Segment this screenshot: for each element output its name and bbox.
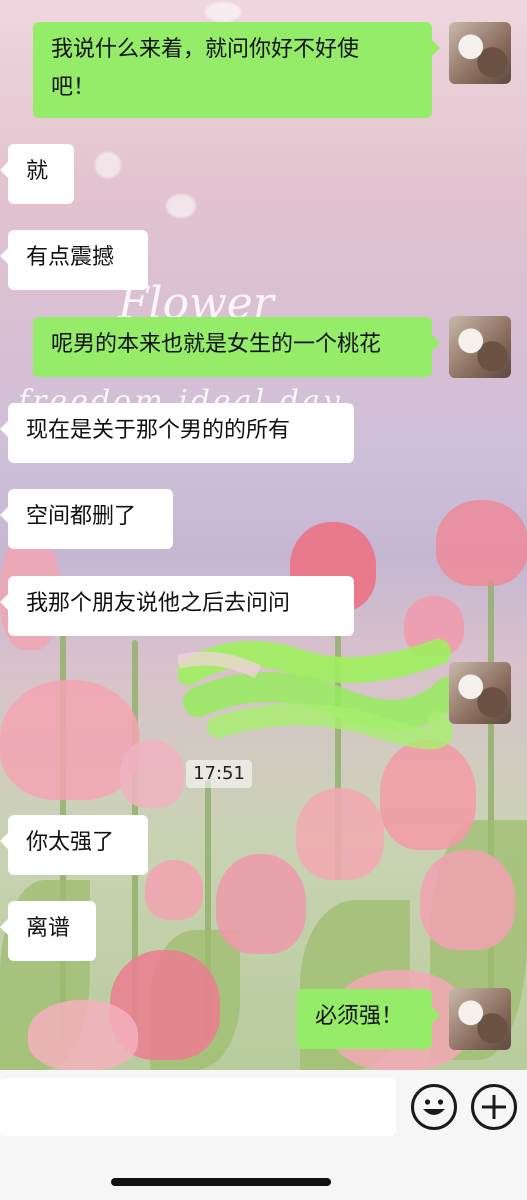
- message-text: 吧！: [51, 75, 96, 100]
- plus-icon[interactable]: [471, 1084, 517, 1130]
- my-avatar[interactable]: [449, 988, 511, 1050]
- received-message-bubble[interactable]: 离谱: [0, 901, 96, 961]
- my-avatar[interactable]: [449, 316, 511, 378]
- tulip-flower: [420, 850, 515, 950]
- message-timestamp: 17:51: [186, 760, 252, 788]
- light-glow: [166, 194, 196, 218]
- light-glow: [205, 2, 241, 22]
- tulip-flower: [145, 860, 203, 920]
- received-message-bubble[interactable]: 我那个朋友说他之后去问问: [0, 576, 354, 636]
- sent-message-bubble[interactable]: 必须强！: [297, 989, 440, 1049]
- sent-message-bubble[interactable]: 呢男的本来也就是女生的一个桃花: [33, 317, 440, 377]
- smiley-face-icon[interactable]: [411, 1084, 457, 1130]
- received-message-bubble[interactable]: 现在是关于那个男的的所有: [0, 403, 354, 463]
- tulip-flower: [380, 740, 476, 850]
- my-avatar[interactable]: [449, 662, 511, 724]
- received-message-bubble[interactable]: 就: [0, 144, 74, 204]
- my-avatar[interactable]: [449, 22, 511, 84]
- received-message-bubble[interactable]: 空间都删了: [0, 489, 173, 549]
- message-text: 我说什么来着，就问你好不好使: [51, 37, 360, 62]
- message-input[interactable]: [0, 1078, 396, 1136]
- tulip-flower: [436, 500, 527, 586]
- sent-message-bubble[interactable]: 我说什么来着，就问你好不好使 吧！: [33, 22, 440, 118]
- tulip-flower: [0, 680, 140, 800]
- tulip-flower: [296, 788, 384, 880]
- tulip-flower: [216, 854, 306, 954]
- tulip-flower: [120, 740, 184, 808]
- tulip-flower: [28, 1000, 138, 1070]
- received-message-bubble[interactable]: 有点震撼: [0, 230, 148, 290]
- light-glow: [95, 152, 121, 178]
- home-indicator[interactable]: [111, 1178, 331, 1186]
- received-message-bubble[interactable]: 你太强了: [0, 815, 148, 875]
- redaction-scribble: [178, 639, 453, 750]
